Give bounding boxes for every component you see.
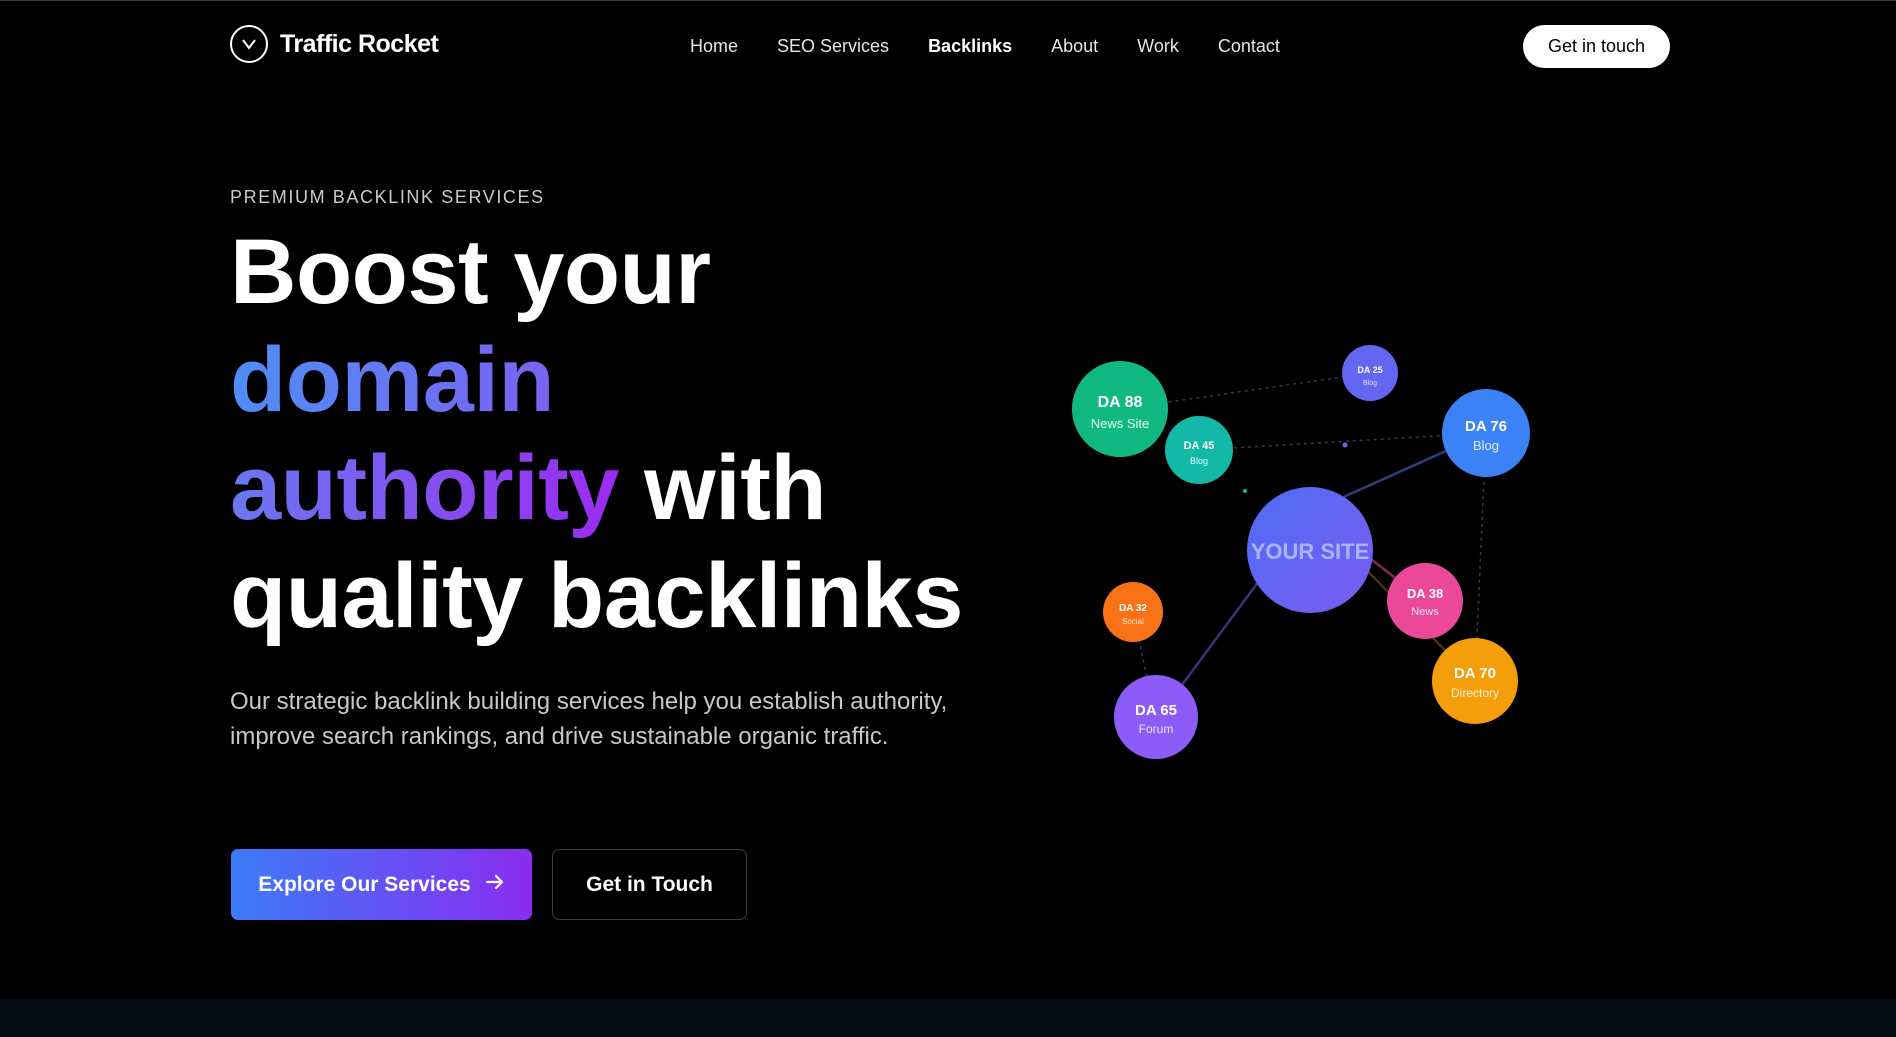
headline-accent-domain: domain bbox=[230, 329, 555, 431]
svg-text:DA 38: DA 38 bbox=[1407, 586, 1443, 601]
headline-line-4: quality backlinks bbox=[230, 545, 963, 647]
svg-text:Forum: Forum bbox=[1139, 722, 1174, 736]
get-in-touch-button[interactable]: Get in Touch bbox=[552, 849, 747, 920]
graph-node-news-site: DA 88 News Site bbox=[1072, 361, 1168, 457]
hero-description: Our strategic backlink building services… bbox=[230, 688, 948, 750]
graph-particle bbox=[1342, 442, 1348, 448]
graph-particle bbox=[1243, 489, 1247, 493]
svg-text:DA 88: DA 88 bbox=[1098, 394, 1143, 411]
graph-node-news-38: DA 38 News bbox=[1387, 563, 1463, 639]
svg-text:Blog: Blog bbox=[1473, 438, 1499, 453]
hero-eyebrow: PREMIUM BACKLINK SERVICES bbox=[230, 187, 545, 207]
nav-item-contact[interactable]: Contact bbox=[1218, 36, 1280, 57]
svg-text:DA 76: DA 76 bbox=[1465, 418, 1507, 435]
svg-text:Directory: Directory bbox=[1451, 686, 1499, 700]
svg-text:DA 32: DA 32 bbox=[1119, 603, 1147, 614]
graph-node-blog-76: DA 76 Blog bbox=[1442, 389, 1530, 477]
get-in-touch-header-button[interactable]: Get in touch bbox=[1523, 25, 1670, 68]
nav-item-seo-services[interactable]: SEO Services bbox=[777, 36, 889, 57]
headline-accent-authority: authority bbox=[230, 437, 620, 539]
svg-text:News Site: News Site bbox=[1091, 416, 1150, 431]
explore-services-label: Explore Our Services bbox=[258, 872, 471, 896]
graph-node-directory-70: DA 70 Directory bbox=[1432, 638, 1518, 724]
backlink-network-graph: YOUR SITE DA 88 News Site DA 45 Blog DA … bbox=[1072, 345, 1530, 759]
next-section-edge bbox=[0, 999, 1896, 1037]
hero-headline: Boost your domain authority with quality… bbox=[230, 218, 963, 650]
svg-text:DA 25: DA 25 bbox=[1357, 365, 1382, 375]
chevron-down-icon bbox=[230, 25, 268, 63]
graph-node-blog-45: DA 45 Blog bbox=[1165, 416, 1233, 484]
graph-node-social-32: DA 32 Social bbox=[1103, 582, 1163, 642]
svg-text:DA 65: DA 65 bbox=[1135, 702, 1177, 719]
svg-text:Social: Social bbox=[1122, 617, 1144, 626]
svg-text:YOUR SITE: YOUR SITE bbox=[1251, 539, 1370, 564]
headline-line-3-rest: with bbox=[619, 437, 827, 539]
brand-name: Traffic Rocket bbox=[280, 29, 439, 58]
nav-item-home[interactable]: Home bbox=[690, 36, 738, 57]
nav-item-backlinks[interactable]: Backlinks bbox=[928, 36, 1012, 57]
graph-node-your-site: YOUR SITE bbox=[1247, 487, 1373, 613]
graph-node-forum-65: DA 65 Forum bbox=[1114, 675, 1198, 759]
svg-text:Blog: Blog bbox=[1363, 380, 1377, 387]
svg-text:DA 70: DA 70 bbox=[1454, 665, 1496, 682]
brand-logo[interactable]: Traffic Rocket bbox=[230, 25, 439, 63]
arrow-right-icon bbox=[485, 873, 505, 897]
nav-item-work[interactable]: Work bbox=[1137, 36, 1179, 57]
svg-text:News: News bbox=[1411, 606, 1439, 618]
nav-item-about[interactable]: About bbox=[1051, 36, 1098, 57]
headline-line-1: Boost your bbox=[230, 221, 711, 323]
svg-text:DA 45: DA 45 bbox=[1184, 440, 1215, 452]
svg-text:Blog: Blog bbox=[1190, 456, 1208, 466]
graph-node-blog-25: DA 25 Blog bbox=[1342, 345, 1398, 401]
main-nav: Home SEO Services Backlinks About Work C… bbox=[690, 36, 1319, 57]
top-border bbox=[0, 0, 1896, 1]
explore-services-button[interactable]: Explore Our Services bbox=[231, 849, 532, 920]
